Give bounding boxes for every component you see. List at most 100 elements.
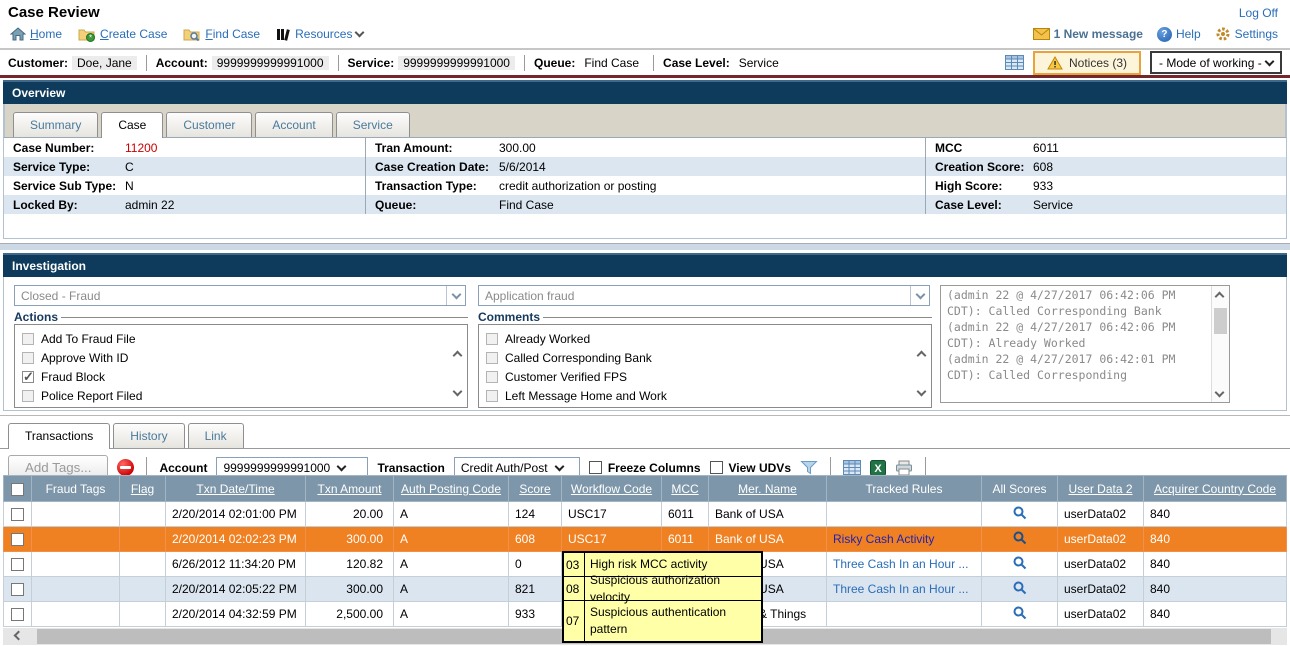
tracked-rule-link[interactable]: Three Cash In an Hour ... (833, 582, 968, 596)
mode-of-working-select[interactable]: - Mode of working - (1150, 51, 1282, 74)
col-auth-posting-code[interactable]: Auth Posting Code (394, 476, 509, 502)
row-checkbox[interactable] (11, 608, 24, 621)
row-checkbox[interactable] (11, 533, 24, 546)
tab-account[interactable]: Account (255, 112, 332, 137)
scroll-up-icon[interactable] (1215, 292, 1225, 302)
magnifier-icon[interactable] (1013, 506, 1027, 520)
customer-label: Customer: (8, 56, 68, 70)
magnifier-icon[interactable] (1013, 606, 1027, 620)
col-flag[interactable]: Flag (120, 476, 166, 502)
col-txn-date-time[interactable]: Txn Date/Time (166, 476, 306, 502)
view-udvs-checkbox[interactable] (710, 461, 723, 474)
workflow-code-cell: USC17 (562, 527, 662, 552)
magnifier-icon[interactable] (1013, 531, 1027, 545)
tab-case[interactable]: Case (101, 112, 163, 138)
table-view-icon[interactable] (843, 460, 861, 475)
checkbox[interactable] (486, 352, 498, 364)
comment-item: Customer Verified FPS (486, 367, 907, 386)
flag-cell (120, 502, 166, 527)
checkbox[interactable] (22, 333, 34, 345)
nav-home[interactable]: Home (10, 27, 62, 41)
tab-transactions[interactable]: Transactions (8, 423, 110, 449)
checkbox[interactable] (486, 371, 498, 383)
filter-icon[interactable] (800, 460, 818, 475)
col-all-scores[interactable]: All Scores (982, 476, 1058, 502)
select-all-checkbox[interactable] (11, 483, 24, 496)
scroll-up-icon[interactable] (917, 351, 927, 361)
col-acquirer-country-code[interactable]: Acquirer Country Code (1144, 476, 1287, 502)
col-mcc[interactable]: MCC (662, 476, 709, 502)
nav-create-case[interactable]: * Create Case (78, 27, 167, 42)
scroll-down-icon[interactable] (453, 387, 463, 397)
field-label: MCC (935, 141, 1033, 155)
checkbox[interactable] (486, 390, 498, 402)
block-icon[interactable] (117, 459, 134, 476)
checkbox[interactable] (22, 352, 34, 364)
tooltip-row: 08 Suspicious authorization velocity (564, 577, 761, 601)
txn-date-cell: 2/20/2014 02:05:22 PM (166, 577, 306, 602)
field-label: Queue: (375, 198, 499, 212)
col-fraud-tags[interactable]: Fraud Tags (32, 476, 120, 502)
chevron-down-icon (337, 461, 347, 471)
score-cell: 933 (509, 602, 562, 627)
tab-customer[interactable]: Customer (166, 112, 252, 137)
row-checkbox[interactable] (11, 558, 24, 571)
log-off-link[interactable]: Log Off (1239, 6, 1278, 20)
col-tracked-rules[interactable]: Tracked Rules (827, 476, 982, 502)
help-link[interactable]: ? Help (1157, 27, 1201, 42)
print-icon[interactable] (895, 460, 913, 476)
table-row[interactable]: 2/20/2014 02:01:00 PM 20.00 A 124 USC17 … (4, 502, 1287, 527)
settings-link[interactable]: Settings (1215, 26, 1278, 42)
tab-link[interactable]: Link (188, 423, 244, 448)
grid-icon[interactable] (1005, 55, 1024, 70)
checkbox[interactable] (22, 390, 34, 402)
row-checkbox[interactable] (11, 583, 24, 596)
tab-service[interactable]: Service (336, 112, 410, 137)
col-workflow-code[interactable]: Workflow Code (562, 476, 662, 502)
case-status-select[interactable]: Closed - Fraud (14, 285, 466, 306)
freeze-columns-option: Freeze Columns (589, 461, 701, 475)
row-select-cell (4, 552, 32, 577)
export-excel-icon[interactable]: X (870, 460, 886, 476)
acquirer-country-code-cell: 840 (1144, 552, 1287, 577)
nav-find-case[interactable]: Find Case (183, 27, 260, 42)
magnifier-icon[interactable] (1013, 581, 1027, 595)
magnifier-icon[interactable] (1013, 556, 1027, 570)
tab-history[interactable]: History (113, 423, 184, 448)
fraud-type-select[interactable]: Application fraud (478, 285, 930, 306)
queue-value: Find Case (579, 56, 644, 70)
action-item: Fraud Block (22, 367, 443, 386)
tracked-rule-link[interactable]: Three Cash In an Hour ... (833, 557, 968, 571)
scrollbar-thumb[interactable] (1214, 308, 1227, 334)
checkbox[interactable] (486, 333, 498, 345)
scroll-down-icon[interactable] (917, 387, 927, 397)
rule-text: Suspicious authentication pattern (585, 601, 761, 641)
action-item: Police Report Filed (22, 386, 443, 405)
scroll-left-icon[interactable] (14, 631, 24, 641)
checkbox[interactable] (22, 371, 34, 383)
col-txn-amount[interactable]: Txn Amount (306, 476, 394, 502)
col-mer-name[interactable]: Mer. Name (709, 476, 827, 502)
investigation-log[interactable]: (admin 22 @ 4/27/2017 06:42:06 PM CDT): … (940, 285, 1230, 403)
tab-summary[interactable]: Summary (13, 112, 98, 137)
auth-posting-code-cell: A (394, 552, 509, 577)
svg-text:X: X (874, 463, 882, 475)
auth-posting-code-cell: A (394, 577, 509, 602)
new-message-link[interactable]: 1 New message (1033, 27, 1143, 41)
col-user-data-2[interactable]: User Data 2 (1058, 476, 1144, 502)
scroll-up-icon[interactable] (453, 351, 463, 361)
queue-label: Queue: (534, 56, 575, 70)
log-scrollbar[interactable] (1211, 286, 1229, 402)
auth-posting-code-cell: A (394, 527, 509, 552)
row-checkbox[interactable] (11, 508, 24, 521)
tracked-rule-link[interactable]: Risky Cash Activity (833, 532, 934, 546)
table-row[interactable]: 2/20/2014 02:02:23 PM 300.00 A 608 USC17… (4, 527, 1287, 552)
txn-amount-cell: 2,500.00 (306, 602, 394, 627)
col-score[interactable]: Score (509, 476, 562, 502)
nav-resources[interactable]: Resources (276, 27, 363, 41)
notices-button[interactable]: Notices (3) (1033, 51, 1141, 75)
chevron-down-icon (446, 286, 465, 305)
scroll-down-icon[interactable] (1215, 388, 1225, 398)
freeze-columns-checkbox[interactable] (589, 461, 602, 474)
comment-item: Called Corresponding Bank (486, 348, 907, 367)
